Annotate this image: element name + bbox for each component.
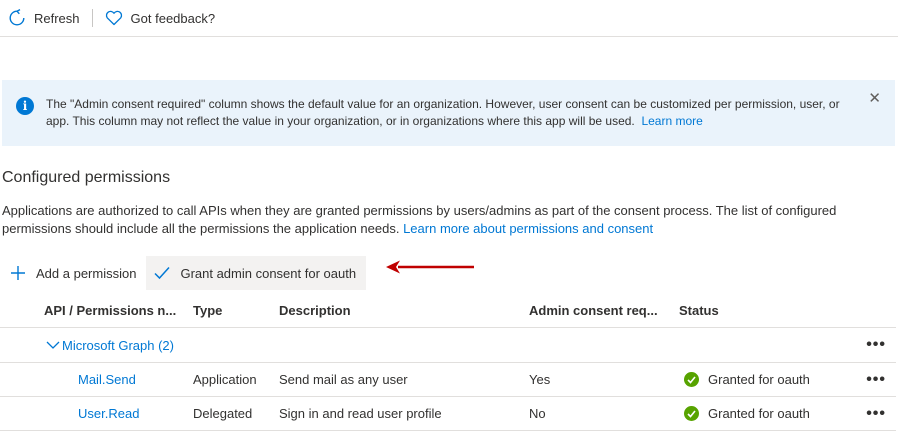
status-text: Granted for oauth xyxy=(708,372,810,387)
group-row-microsoft-graph: Microsoft Graph (2) ••• xyxy=(0,328,896,363)
command-bar: Refresh Got feedback? xyxy=(0,0,898,37)
table-row: Mail.Send Application Send mail as any u… xyxy=(0,363,896,397)
permission-name-link[interactable]: Mail.Send xyxy=(78,372,136,387)
info-banner: i The "Admin consent required" column sh… xyxy=(2,80,895,146)
permission-type: Delegated xyxy=(193,406,253,421)
permission-name-link[interactable]: User.Read xyxy=(78,406,139,421)
permission-description: Sign in and read user profile xyxy=(279,406,442,421)
check-circle-icon xyxy=(684,372,699,387)
refresh-icon xyxy=(9,9,25,26)
permission-status: Granted for oauth xyxy=(679,406,810,421)
row-more-options-icon[interactable]: ••• xyxy=(866,405,886,423)
annotation-arrow-icon xyxy=(386,260,474,274)
info-icon: i xyxy=(16,97,34,115)
toolbar-divider xyxy=(91,9,93,27)
group-toggle-microsoft-graph[interactable]: Microsoft Graph (2) xyxy=(46,338,174,353)
group-more-options-icon[interactable]: ••• xyxy=(866,336,886,354)
status-text: Granted for oauth xyxy=(708,406,810,421)
feedback-label: Got feedback? xyxy=(130,10,216,26)
group-label: Microsoft Graph (2) xyxy=(62,337,174,353)
grant-admin-consent-button[interactable]: Grant admin consent for oauth xyxy=(146,256,367,290)
banner-text: The "Admin consent required" column show… xyxy=(46,97,840,128)
checkmark-icon xyxy=(154,266,171,280)
permission-status: Granted for oauth xyxy=(679,372,810,387)
banner-message: The "Admin consent required" column show… xyxy=(46,96,855,146)
table-row: User.Read Delegated Sign in and read use… xyxy=(0,397,896,431)
check-circle-icon xyxy=(684,406,699,421)
column-header-type[interactable]: Type xyxy=(193,303,222,318)
admin-consent-required: Yes xyxy=(529,372,551,387)
permissions-learn-more-link[interactable]: Learn more about permissions and consent xyxy=(403,221,653,236)
refresh-label: Refresh xyxy=(34,10,80,26)
permission-actions: Add a permission Grant admin consent for… xyxy=(0,256,367,290)
add-permission-button[interactable]: Add a permission xyxy=(0,256,144,290)
plus-icon xyxy=(11,266,25,280)
permissions-table: API / Permissions n... Type Description … xyxy=(0,294,896,431)
row-more-options-icon[interactable]: ••• xyxy=(866,371,886,389)
column-header-api[interactable]: API / Permissions n... xyxy=(44,303,176,318)
section-title: Configured permissions xyxy=(2,169,171,186)
section-description: Applications are authorized to call APIs… xyxy=(2,202,896,238)
add-permission-label: Add a permission xyxy=(36,265,137,281)
feedback-button[interactable]: Got feedback? xyxy=(97,3,224,33)
column-header-description[interactable]: Description xyxy=(279,303,351,318)
column-header-admin-consent[interactable]: Admin consent req... xyxy=(529,303,658,318)
close-icon[interactable]: ✕ xyxy=(868,89,881,107)
table-header-row: API / Permissions n... Type Description … xyxy=(0,294,896,328)
banner-learn-more-link[interactable]: Learn more xyxy=(641,114,702,128)
admin-consent-required: No xyxy=(529,406,546,421)
permission-description: Send mail as any user xyxy=(279,372,408,387)
chevron-down-icon xyxy=(46,341,60,349)
column-header-status[interactable]: Status xyxy=(679,303,719,318)
permission-type: Application xyxy=(193,372,257,387)
heart-icon xyxy=(105,10,122,26)
refresh-button[interactable]: Refresh xyxy=(0,3,88,33)
grant-admin-consent-label: Grant admin consent for oauth xyxy=(180,265,357,281)
